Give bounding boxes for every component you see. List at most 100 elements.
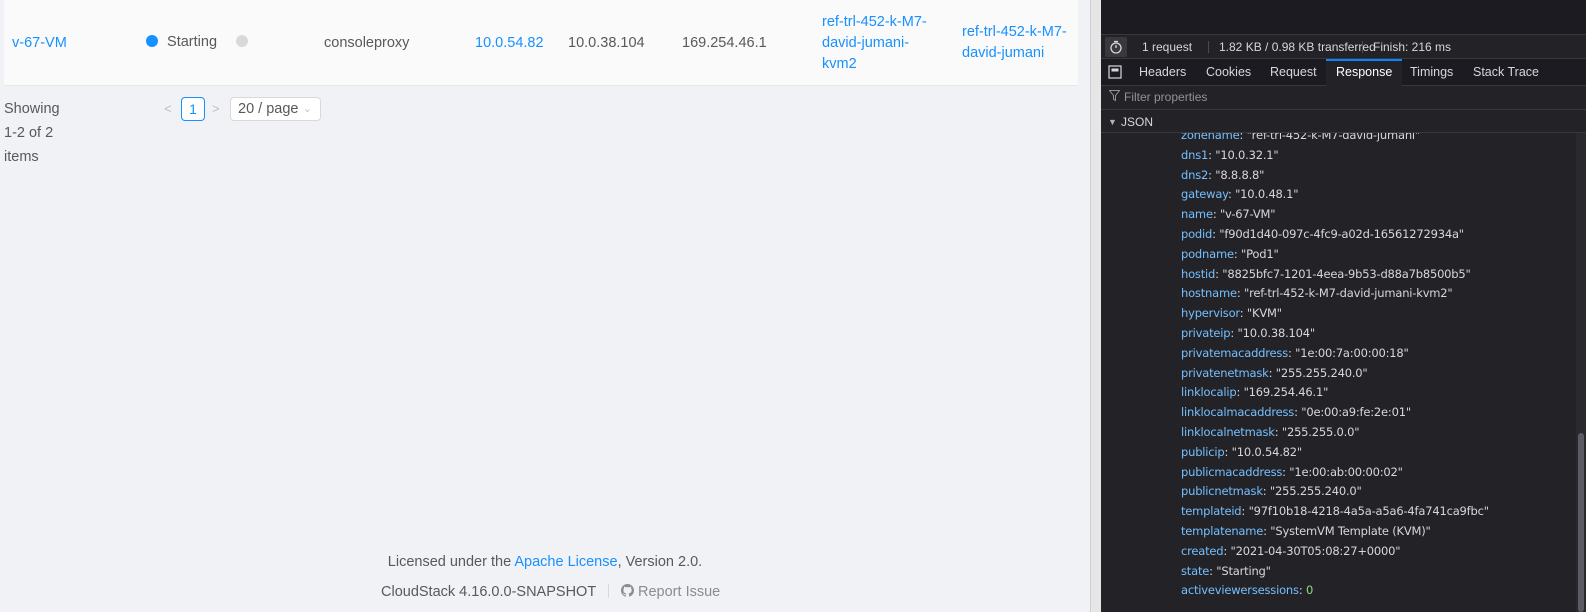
json-property-row[interactable]: templatename: "SystemVM Template (KVM)" [1181,521,1431,541]
json-scrollbar[interactable] [1576,133,1586,612]
json-property-row[interactable]: state: "Starting" [1181,561,1271,581]
json-value: "10.0.32.1" [1215,147,1279,162]
json-key: hostid [1181,266,1216,281]
json-key: publicnetmask [1181,484,1263,499]
json-key: podname [1181,246,1234,261]
json-colon: : [1236,385,1244,400]
filter-icon [1109,90,1120,102]
json-property-row[interactable]: publicnetmask: "255.255.240.0" [1181,481,1362,501]
pane-splitter[interactable] [1090,0,1101,612]
json-property-row[interactable]: zonename: "ref-trl-452-k-M7-david-jumani… [1181,133,1420,145]
json-key: templatename [1181,524,1264,538]
json-property-row[interactable]: hostname: "ref-trl-452-k-M7-david-jumani… [1181,283,1453,303]
json-property-row[interactable]: templateid: "97f10b18-4218-4a5a-a5a6-4fa… [1181,501,1489,521]
version-line: CloudStack 4.16.0.0-SNAPSHOT Report Issu… [381,584,720,600]
host-name-line3: kvm2 [822,56,857,72]
zone-name-line2: david-jumani [962,45,1045,61]
json-key: linklocalip [1181,385,1237,400]
details-tabs: Headers Cookies Request Response Timings… [1101,59,1586,86]
json-value: "1e:00:ab:00:00:02" [1289,464,1403,479]
json-colon: : [1224,444,1232,459]
tab-response[interactable]: Response [1326,59,1403,86]
tab-request[interactable]: Request [1260,59,1327,86]
apache-license-link[interactable]: Apache License [514,554,617,570]
sidebar-toggle-icon[interactable] [1107,64,1123,80]
json-property-row[interactable]: privateip: "10.0.38.104" [1181,323,1315,343]
json-property-row[interactable]: podname: "Pod1" [1181,244,1279,264]
footer-divider [607,584,609,598]
json-key: created [1181,543,1224,558]
json-colon: : [1230,326,1238,340]
json-property-row[interactable]: name: "v-67-VM" [1181,204,1275,224]
json-value: "169.254.46.1" [1243,385,1329,400]
json-key: dns2 [1181,167,1209,182]
vm-name-link[interactable]: v-67-VM [12,33,67,54]
tab-cookies[interactable]: Cookies [1196,59,1261,86]
table-row[interactable]: v-67-VM Starting consoleproxy 10.0.54.82… [4,0,1078,86]
json-property-row[interactable]: activeviewersessions: 0 [1181,580,1313,600]
json-property-row[interactable]: publicmacaddress: "1e:00:ab:00:00:02" [1181,462,1403,482]
json-key: podid [1181,227,1213,241]
json-property-row[interactable]: publicip: "10.0.54.82" [1181,442,1302,462]
collapse-triangle-icon: ▼ [1108,117,1117,127]
performance-timer-icon[interactable] [1105,37,1127,57]
json-property-row[interactable]: privatemacaddress: "1e:00:7a:00:00:18" [1181,343,1409,363]
json-value: "97f10b18-4218-4a5a-a5a6-4fa741ca9fbc" [1248,504,1489,519]
json-property-row[interactable]: hypervisor: "KVM" [1181,303,1282,323]
page-1-button[interactable]: 1 [181,97,205,121]
tab-headers[interactable]: Headers [1129,59,1196,86]
pagination-summary: Showing 1-2 of 2 items [4,101,60,165]
json-value: "SystemVM Template (KVM)" [1270,524,1431,538]
agent-state-dot-icon [236,35,248,47]
next-page-button[interactable]: > [212,97,220,121]
json-property-row[interactable]: podid: "f90d1d40-097c-4fc9-a02d-16561272… [1181,224,1464,244]
report-issue-link[interactable]: Report Issue [620,584,720,600]
json-value: "255.255.240.0" [1269,484,1362,499]
scrollbar-thumb[interactable] [1578,433,1584,612]
github-icon [620,584,634,597]
json-property-row[interactable]: dns2: "8.8.8.8" [1181,165,1264,185]
zone-name-link[interactable]: ref-trl-452-k-M7- david-jumani [962,22,1067,64]
json-colon: : [1212,207,1220,222]
json-value: "10.0.48.1" [1235,187,1299,202]
json-key: linklocalmacaddress [1181,405,1295,420]
json-tree: zonename: "ref-trl-452-k-M7-david-jumani… [1101,133,1586,612]
json-value: "KVM" [1246,306,1282,321]
tab-stack-trace[interactable]: Stack Trace [1463,59,1549,86]
json-property-row[interactable]: dns1: "10.0.32.1" [1181,145,1279,165]
json-key: publicmacaddress [1181,464,1283,479]
json-property-row[interactable]: linklocalmacaddress: "0e:00:a9:fe:2e:01" [1181,402,1411,422]
json-value: "2021-04-30T05:08:27+0000" [1230,543,1401,558]
host-name-link[interactable]: ref-trl-452-k-M7- david-jumani- kvm2 [822,12,927,75]
filter-placeholder: Filter properties [1124,90,1208,104]
transferred-size: 1.82 KB / 0.98 KB transferred [1219,40,1376,54]
json-value: "10.0.38.104" [1237,326,1316,340]
filter-properties-input[interactable]: Filter properties [1101,86,1586,110]
network-status-bar: 1 request 1.82 KB / 0.98 KB transferred … [1101,35,1586,59]
json-key: dns1 [1181,147,1209,162]
json-property-row[interactable]: linklocalnetmask: "255.255.0.0" [1181,422,1360,442]
public-ip-link[interactable]: 10.0.54.82 [475,33,544,54]
json-property-row[interactable]: privatenetmask: "255.255.240.0" [1181,363,1368,383]
json-property-row[interactable]: linklocalip: "169.254.46.1" [1181,382,1328,402]
json-property-row[interactable]: created: "2021-04-30T05:08:27+0000" [1181,541,1401,561]
json-value: "255.255.240.0" [1275,365,1368,380]
json-property-row[interactable]: hostid: "8825bfc7-1201-4eea-9b53-d88a7b8… [1181,264,1471,284]
json-section-header[interactable]: ▼ JSON [1101,111,1586,133]
json-key: state [1181,563,1210,578]
json-colon: : [1239,306,1247,321]
json-key: zonename [1181,133,1240,142]
request-count: 1 request [1142,40,1193,54]
tab-timings[interactable]: Timings [1400,59,1463,86]
prev-page-button[interactable]: < [164,97,172,121]
json-key: linklocalnetmask [1181,425,1275,439]
page-size-select[interactable]: 20 / page ⌄ [230,97,321,121]
json-colon: : [1262,484,1270,499]
private-ip: 10.0.38.104 [568,35,645,51]
json-value: "1e:00:7a:00:00:18" [1295,345,1409,360]
host-name-line2: david-jumani- [822,35,910,51]
json-key: name [1181,207,1213,222]
json-value: "0e:00:a9:fe:2e:01" [1301,405,1411,420]
json-property-row[interactable]: gateway: "10.0.48.1" [1181,184,1299,204]
zone-name-line1: ref-trl-452-k-M7- [962,24,1067,40]
